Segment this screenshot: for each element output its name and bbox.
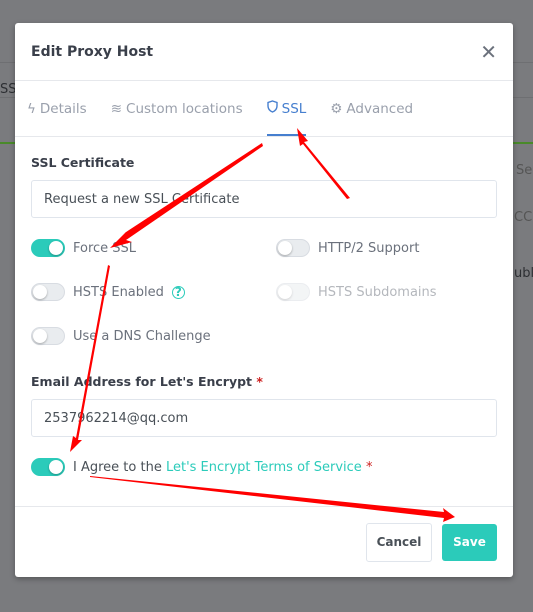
layers-icon: ≋ — [110, 100, 123, 117]
tab-label: SSL — [281, 100, 307, 117]
hsts-enabled-toggle[interactable]: HSTS Enabled? — [31, 280, 276, 304]
tos-link[interactable]: Let's Encrypt Terms of Service — [166, 460, 362, 475]
tab-advanced[interactable]: ⚙ Advanced — [330, 81, 413, 136]
toggle-label: Use a DNS Challenge — [73, 328, 211, 344]
toggle-label: HSTS Subdomains — [318, 284, 437, 300]
tab-custom-locations[interactable]: ≋ Custom locations — [111, 81, 243, 136]
toggle-label: Force SSL — [73, 240, 137, 256]
bg-text: ubli — [514, 266, 533, 281]
bg-text: CCES — [514, 210, 533, 225]
edit-proxy-host-modal: Edit Proxy Host ✕ ϟ Details ≋ Custom locat… — [15, 23, 513, 577]
force-ssl-toggle[interactable]: Force SSL — [31, 236, 276, 260]
ssl-certificate-select[interactable]: Request a new SSL Certificate — [31, 180, 497, 218]
hsts-subdomains-toggle: HSTS Subdomains — [276, 280, 496, 304]
tab-label: Details — [39, 100, 87, 117]
save-button[interactable]: Save — [442, 523, 497, 561]
modal-title: Edit Proxy Host — [31, 43, 154, 60]
email-label: Email Address for Let's Encrypt * — [31, 374, 263, 389]
bg-text: Sea — [516, 163, 533, 178]
cancel-button[interactable]: Cancel — [366, 522, 432, 562]
ssl-certificate-label: SSL Certificate — [31, 155, 135, 170]
dns-challenge-toggle[interactable]: Use a DNS Challenge — [31, 324, 276, 348]
gear-icon: ⚙ — [330, 100, 343, 117]
tab-label: Advanced — [346, 100, 414, 117]
close-icon[interactable]: ✕ — [480, 40, 497, 64]
zap-icon: ϟ — [27, 100, 36, 117]
email-field[interactable]: 2537962214@qq.com — [31, 399, 497, 437]
agree-tos-toggle[interactable]: I Agree to the Let's Encrypt Terms of Se… — [31, 455, 497, 479]
shield-icon — [266, 100, 278, 117]
agree-label: I Agree to the Let's Encrypt Terms of Se… — [73, 459, 373, 475]
toggle-label: HSTS Enabled — [73, 284, 164, 300]
http2-toggle[interactable]: HTTP/2 Support — [276, 236, 496, 260]
tab-details[interactable]: ϟ Details — [27, 81, 87, 136]
tab-ssl[interactable]: SSL — [266, 81, 307, 136]
tab-label: Custom locations — [126, 100, 243, 117]
help-icon[interactable]: ? — [171, 285, 185, 299]
toggle-label: HTTP/2 Support — [318, 240, 420, 256]
